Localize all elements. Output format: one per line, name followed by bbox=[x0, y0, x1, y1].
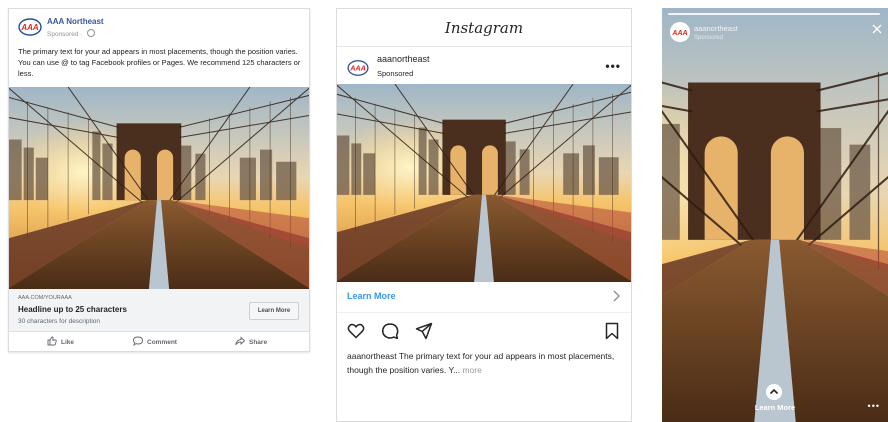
bookmark-icon[interactable] bbox=[603, 322, 621, 340]
instagram-wordmark: Instagram bbox=[444, 19, 524, 37]
story-progress-bar bbox=[668, 13, 880, 15]
like-button[interactable]: Like bbox=[47, 336, 74, 348]
story-image[interactable] bbox=[662, 8, 888, 422]
action-icons bbox=[337, 319, 631, 341]
sponsored-label: Sponsored bbox=[694, 35, 724, 41]
chevron-right-icon bbox=[613, 290, 620, 302]
learn-more-bar[interactable]: Learn More bbox=[337, 282, 631, 313]
action-bar: Like Comment Share bbox=[9, 332, 309, 352]
paper-plane-icon[interactable] bbox=[415, 322, 433, 340]
svg-text:AAA: AAA bbox=[349, 64, 366, 73]
share-arrow-icon bbox=[235, 336, 246, 346]
comment-icon bbox=[133, 336, 143, 347]
sponsored-label: Sponsored bbox=[377, 69, 414, 78]
instagram-story-preview: AAA aaanortheast Sponsored Learn More ••… bbox=[662, 8, 888, 422]
caption-username[interactable]: aaanortheast bbox=[347, 351, 397, 361]
caption-more-link[interactable]: more bbox=[462, 365, 481, 375]
sponsored-label: Sponsored · bbox=[47, 29, 96, 38]
aaa-logo: AAA bbox=[670, 22, 690, 42]
page-name-link[interactable]: AAA Northeast bbox=[47, 17, 104, 26]
learn-more-button[interactable]: Learn More bbox=[662, 403, 888, 412]
svg-text:AAA: AAA bbox=[20, 23, 39, 32]
like-label: Like bbox=[61, 339, 75, 346]
thumbs-up-icon bbox=[47, 336, 57, 346]
ad-image[interactable] bbox=[9, 87, 309, 289]
aaa-logo: AAA bbox=[18, 18, 42, 36]
svg-text:AAA: AAA bbox=[671, 30, 687, 37]
comment-icon[interactable] bbox=[381, 322, 399, 340]
more-options-icon[interactable]: ••• bbox=[605, 59, 621, 73]
share-button[interactable]: Share bbox=[235, 336, 267, 348]
comment-label: Comment bbox=[147, 339, 177, 346]
comment-button[interactable]: Comment bbox=[133, 336, 177, 348]
learn-more-link[interactable]: Learn More bbox=[347, 291, 396, 301]
instagram-feed-preview: Instagram AAA aaanortheast Sponsored •••… bbox=[336, 8, 632, 422]
heart-icon[interactable] bbox=[347, 322, 365, 340]
learn-more-button[interactable]: Learn More bbox=[249, 302, 299, 320]
more-options-icon[interactable]: ••• bbox=[868, 401, 880, 411]
ad-image[interactable] bbox=[337, 84, 631, 282]
primary-text: The primary text for your ad appears in … bbox=[18, 47, 301, 78]
chevron-up-icon[interactable] bbox=[766, 384, 782, 400]
link-domain: AAA.COM/YOURAAA bbox=[18, 295, 72, 301]
close-icon[interactable] bbox=[872, 24, 882, 34]
ad-description: 30 characters for description bbox=[18, 318, 101, 325]
ad-headline: Headline up to 25 characters bbox=[18, 305, 127, 314]
account-username[interactable]: aaanortheast bbox=[694, 24, 738, 33]
aaa-logo: AAA bbox=[347, 60, 369, 76]
account-username[interactable]: aaanortheast bbox=[377, 54, 430, 64]
share-label: Share bbox=[249, 339, 268, 346]
ad-caption: aaanortheast The primary text for your a… bbox=[347, 349, 623, 377]
link-preview[interactable]: AAA.COM/YOURAAA Headline up to 25 charac… bbox=[9, 289, 309, 332]
facebook-ad-preview: AAA AAA Northeast Sponsored · The primar… bbox=[8, 8, 310, 352]
instagram-header: Instagram bbox=[337, 9, 631, 47]
globe-icon bbox=[87, 29, 96, 37]
